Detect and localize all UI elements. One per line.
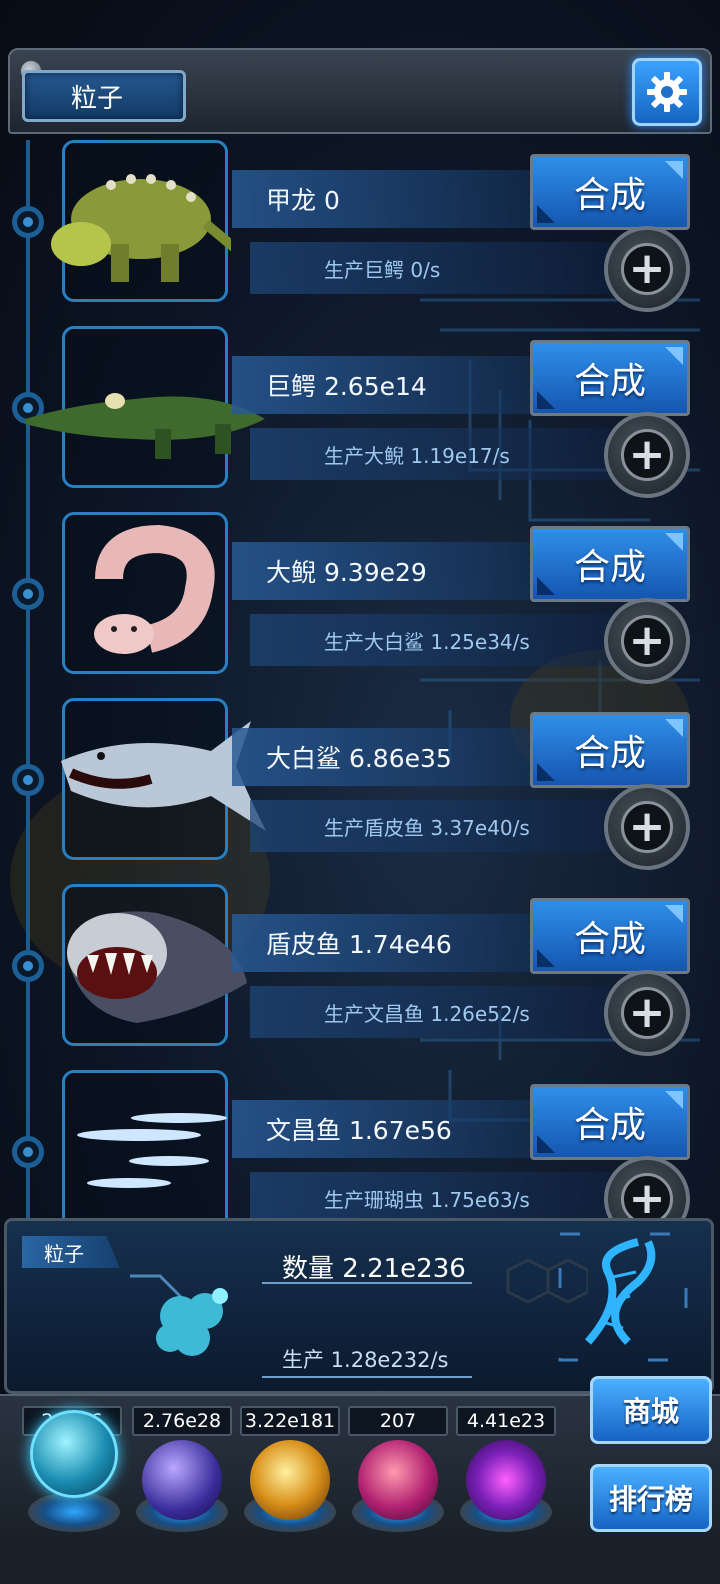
brain-orb-icon[interactable] xyxy=(358,1440,438,1520)
settings-button[interactable] xyxy=(632,58,702,126)
page-title-text: 粒子 xyxy=(71,83,124,114)
particle-count: 数量 2.21e236 xyxy=(282,1254,466,1284)
creature-name: 盾皮鱼 1.74e46 xyxy=(232,914,532,972)
portrait-frame xyxy=(62,884,247,1046)
bottom-strip xyxy=(0,1548,720,1584)
plus-icon: + xyxy=(621,615,673,667)
ankylosaurus-icon xyxy=(51,174,231,282)
resource-value: 207 xyxy=(348,1406,448,1436)
creature-name: 巨鳄 2.65e14 xyxy=(232,356,532,414)
portrait-frame xyxy=(25,326,265,488)
portrait-frame xyxy=(62,1070,228,1232)
plus-icon: + xyxy=(621,987,673,1039)
particle-orb-icon[interactable] xyxy=(30,1410,118,1498)
portrait-frame xyxy=(61,698,266,860)
vortex-orb-icon[interactable] xyxy=(466,1440,546,1520)
combine-button[interactable]: 合成 xyxy=(530,526,690,602)
creature-name: 甲龙 0 xyxy=(232,170,532,228)
add-button[interactable]: + xyxy=(604,598,690,684)
add-button[interactable]: + xyxy=(604,970,690,1056)
plus-icon: + xyxy=(621,801,673,853)
resource-value: 2.76e28 xyxy=(132,1406,232,1436)
creature-row-crocodile: 巨鳄 2.65e14 生产大鲵 1.19e17/s 合成 + xyxy=(0,326,720,512)
gear-icon xyxy=(647,72,687,112)
creature-name: 文昌鱼 1.67e56 xyxy=(232,1100,532,1158)
fire-orb-icon[interactable] xyxy=(250,1440,330,1520)
lancelet-icon xyxy=(77,1113,227,1188)
creature-production: 生产大鲵 1.19e17/s xyxy=(250,428,610,480)
orb-pedestal xyxy=(28,1492,120,1532)
add-button[interactable]: + xyxy=(604,784,690,870)
portrait-frame xyxy=(51,140,231,302)
combine-button[interactable]: 合成 xyxy=(530,154,690,230)
ranking-button[interactable]: 排行榜 xyxy=(590,1464,712,1532)
creature-row-salamander: 大鲵 9.39e29 生产大白鲨 1.25e34/s 合成 + xyxy=(0,512,720,698)
plus-icon: + xyxy=(621,429,673,481)
creature-production: 生产盾皮鱼 3.37e40/s xyxy=(250,800,610,852)
portrait-frame xyxy=(62,512,228,674)
combine-button[interactable]: 合成 xyxy=(530,898,690,974)
creature-name: 大鲵 9.39e29 xyxy=(232,542,532,600)
creature-production: 生产文昌鱼 1.26e52/s xyxy=(250,986,610,1038)
creature-row-placoderm: 盾皮鱼 1.74e46 生产文昌鱼 1.26e52/s 合成 + xyxy=(0,884,720,1070)
combine-button[interactable]: 合成 xyxy=(530,1084,690,1160)
creature-production: 生产巨鳄 0/s xyxy=(250,242,610,294)
creature-row-ankylosaurus: 甲龙 0 生产巨鳄 0/s 合成 + xyxy=(0,140,720,326)
particle-tab: 粒子 xyxy=(22,1236,120,1268)
creature-production: 生产大白鲨 1.25e34/s xyxy=(250,614,610,666)
resource-value: 3.22e181 xyxy=(240,1406,340,1436)
resource-value: 4.41e23 xyxy=(456,1406,556,1436)
count-underline xyxy=(262,1282,472,1284)
page-title: 粒子 xyxy=(22,70,186,122)
placoderm-icon xyxy=(67,911,247,1023)
add-button[interactable]: + xyxy=(604,412,690,498)
combine-button[interactable]: 合成 xyxy=(530,340,690,416)
plus-icon: + xyxy=(621,243,673,295)
salamander-icon xyxy=(94,524,215,654)
creature-name: 大白鲨 6.86e35 xyxy=(232,728,532,786)
lightning-orb-icon[interactable] xyxy=(142,1440,222,1520)
add-button[interactable]: + xyxy=(604,226,690,312)
shop-button[interactable]: 商城 xyxy=(590,1376,712,1444)
creature-row-shark: 大白鲨 6.86e35 生产盾皮鱼 3.37e40/s 合成 + xyxy=(0,698,720,884)
particle-production: 生产 1.28e232/s xyxy=(282,1348,449,1372)
production-underline xyxy=(262,1376,472,1378)
molecule-icon xyxy=(506,1258,588,1304)
combine-button[interactable]: 合成 xyxy=(530,712,690,788)
creature-production: 生产珊瑚虫 1.75e63/s xyxy=(250,1172,610,1224)
particle-cluster-icon xyxy=(130,1274,228,1356)
crocodile-icon xyxy=(25,393,265,459)
